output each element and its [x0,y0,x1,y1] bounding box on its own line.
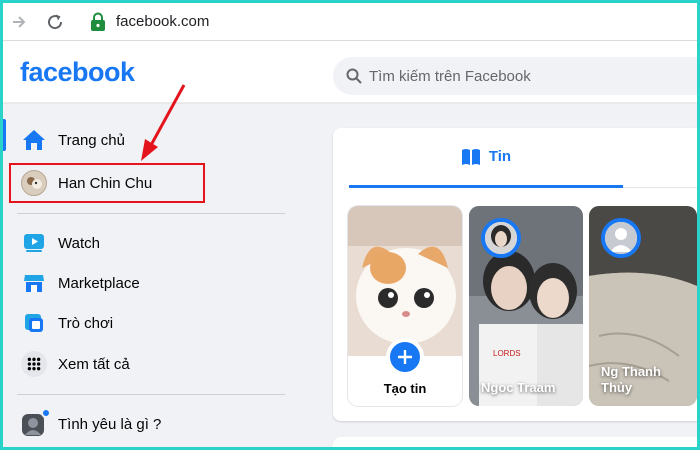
sidebar-item-label: Watch [58,234,100,252]
sidebar-item-watch[interactable]: Watch [13,223,293,263]
sidebar-item-group[interactable]: Tình yêu là gì ? [13,404,293,444]
tab-stories[interactable]: Tin [349,128,623,188]
book-icon [461,148,480,165]
story-name: Ng Thanh Thủy [601,364,661,395]
reload-button[interactable] [43,10,67,34]
sidebar-item-label: Xem tất cả [58,355,130,373]
create-story-label: Tạo tin [383,381,427,396]
browser-toolbar: facebook.com [3,3,697,41]
app-frame: facebook.com facebook Tìm kiếm trên Face… [3,3,697,447]
forward-button[interactable] [7,10,31,34]
story-card[interactable]: LORDS Ngoc Traam [469,206,583,406]
fb-header: facebook Tìm kiếm trên Facebook [3,42,697,102]
sidebar-item-marketplace[interactable]: Marketplace [13,263,293,303]
main-area: Trang chủ Han Chin Chu Watch Marketplace… [3,103,697,447]
divider [17,394,285,395]
story-name: Ngoc Traam [481,380,556,395]
grid-icon [21,351,47,377]
search-input[interactable]: Tìm kiếm trên Facebook [333,57,697,95]
left-sidebar: Trang chủ Han Chin Chu Watch Marketplace… [3,103,303,447]
create-story-card[interactable]: Tạo tin [348,206,462,406]
story-avatar [481,218,521,258]
sidebar-item-see-all[interactable]: Xem tất cả [13,344,293,384]
story-card[interactable]: Ng Thanh Thủy [589,206,697,406]
next-card [333,437,697,447]
add-story-button[interactable] [386,338,424,376]
group-avatar [21,408,51,437]
sidebar-item-label: Trò chơi [58,314,114,332]
divider [17,213,285,214]
sidebar-item-gaming[interactable]: Trò chơi [13,303,293,343]
home-icon [21,127,47,153]
highlight-box [9,163,205,203]
sidebar-item-home[interactable]: Trang chủ [13,120,293,160]
lock-icon[interactable] [89,12,107,32]
story-avatar [601,218,641,258]
tab-underline [623,187,697,188]
marketplace-icon [21,270,47,296]
gaming-icon [21,310,47,336]
tab-label: Tin [488,148,512,165]
facebook-logo[interactable]: facebook [20,57,135,88]
sidebar-item-label: Tình yêu là gì ? [58,415,162,433]
cat-photo [348,206,462,356]
watch-icon [21,230,47,256]
arrow-right-icon [13,16,26,28]
reload-icon [48,14,63,30]
stories-card: Tin Tạo tin LORDS Ngoc Traam Ng Thanh Th… [333,128,697,421]
svg-text:LORDS: LORDS [493,349,521,358]
search-placeholder: Tìm kiếm trên Facebook [369,68,531,85]
plus-icon [398,350,412,364]
sidebar-item-label: Trang chủ [58,131,125,149]
sidebar-item-label: Marketplace [58,274,140,292]
notification-dot [41,408,51,418]
search-icon [346,68,362,84]
address-bar[interactable]: facebook.com [116,13,209,30]
active-indicator [3,119,6,151]
